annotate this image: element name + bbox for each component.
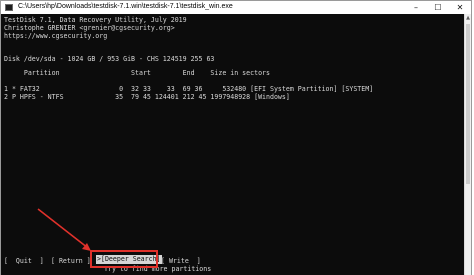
window-title: C:\Users\hp\Downloads\testdisk-7.1.win\t… <box>18 3 233 10</box>
console-app-icon <box>5 4 13 11</box>
maximize-icon[interactable]: ☐ <box>427 1 449 15</box>
header-line-title: TestDisk 7.1, Data Recovery Utility, Jul… <box>4 16 187 24</box>
highlight-box <box>90 250 158 268</box>
scroll-thumb[interactable] <box>466 24 470 184</box>
minimize-icon[interactable]: – <box>405 1 427 15</box>
vertical-scrollbar[interactable]: ▲ <box>464 14 471 275</box>
close-icon[interactable]: ✕ <box>449 1 471 15</box>
write-button[interactable]: [ Write ] <box>161 257 201 265</box>
partition-row: 1 * FAT32 0 32 33 33 69 36 532480 [EFI S… <box>4 85 374 93</box>
title-bar[interactable]: C:\Users\hp\Downloads\testdisk-7.1.win\t… <box>1 1 471 15</box>
quit-button[interactable]: [ Quit ] <box>4 257 44 265</box>
partition-table-header: Partition Start End Size in sectors <box>4 69 270 77</box>
return-button[interactable]: [ Return ] <box>51 257 91 265</box>
header-line-author: Christophe GRENIER <grenier@cgsecurity.o… <box>4 24 175 32</box>
disk-info: Disk /dev/sda - 1024 GB / 953 GiB - CHS … <box>4 55 215 63</box>
scroll-up-icon[interactable]: ▲ <box>465 15 471 21</box>
header-line-url: https://www.cgsecurity.org <box>4 32 108 40</box>
console-output: TestDisk 7.1, Data Recovery Utility, Jul… <box>1 14 464 275</box>
partition-row: 2 P HPFS - NTFS 35 79 45 124401 212 45 1… <box>4 93 290 101</box>
